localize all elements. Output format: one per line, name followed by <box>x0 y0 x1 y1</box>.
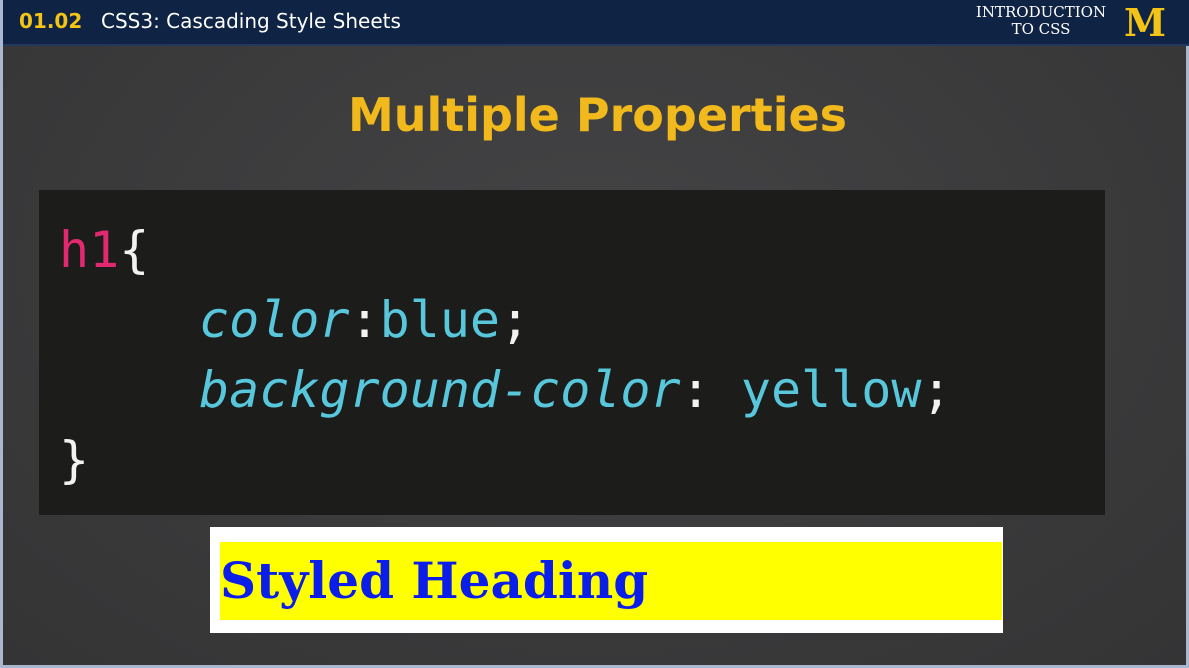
code-semicolon: ; <box>921 361 952 419</box>
course-label-line1: INTRODUCTION <box>975 3 1107 21</box>
code-value-blue: blue <box>379 291 501 349</box>
rendered-example: Styled Heading <box>210 527 1003 633</box>
code-line-close: } <box>59 430 89 490</box>
code-property-color: color <box>199 291 350 349</box>
university-logo: M <box>1124 0 1166 45</box>
code-colon: : <box>349 291 380 349</box>
code-line-selector: h1{ <box>59 220 149 280</box>
code-close-brace: } <box>59 431 90 489</box>
code-selector: h1 <box>59 221 120 279</box>
code-line-color: color:blue; <box>199 290 530 350</box>
course-label: INTRODUCTION TO CSS <box>965 4 1117 38</box>
code-property-background-color: background-color <box>199 361 681 419</box>
header-bar: 01.02 CSS3: Cascading Style Sheets INTRO… <box>3 0 1189 46</box>
lesson-number: 01.02 <box>19 9 83 33</box>
slide-frame: 01.02 CSS3: Cascading Style Sheets INTRO… <box>0 0 1189 668</box>
code-line-background-color: background-color: yellow; <box>199 360 952 420</box>
course-label-line2: TO CSS <box>1011 20 1071 38</box>
lesson-title: CSS3: Cascading Style Sheets <box>101 9 401 33</box>
code-open-brace: { <box>119 221 150 279</box>
code-value-yellow: yellow <box>710 361 922 419</box>
code-colon: : <box>680 361 711 419</box>
slide-title: Multiple Properties <box>347 88 848 142</box>
code-panel: h1{ color:blue; background-color: yellow… <box>39 190 1105 515</box>
styled-heading-example: Styled Heading <box>220 542 1002 620</box>
code-semicolon: ; <box>500 291 531 349</box>
